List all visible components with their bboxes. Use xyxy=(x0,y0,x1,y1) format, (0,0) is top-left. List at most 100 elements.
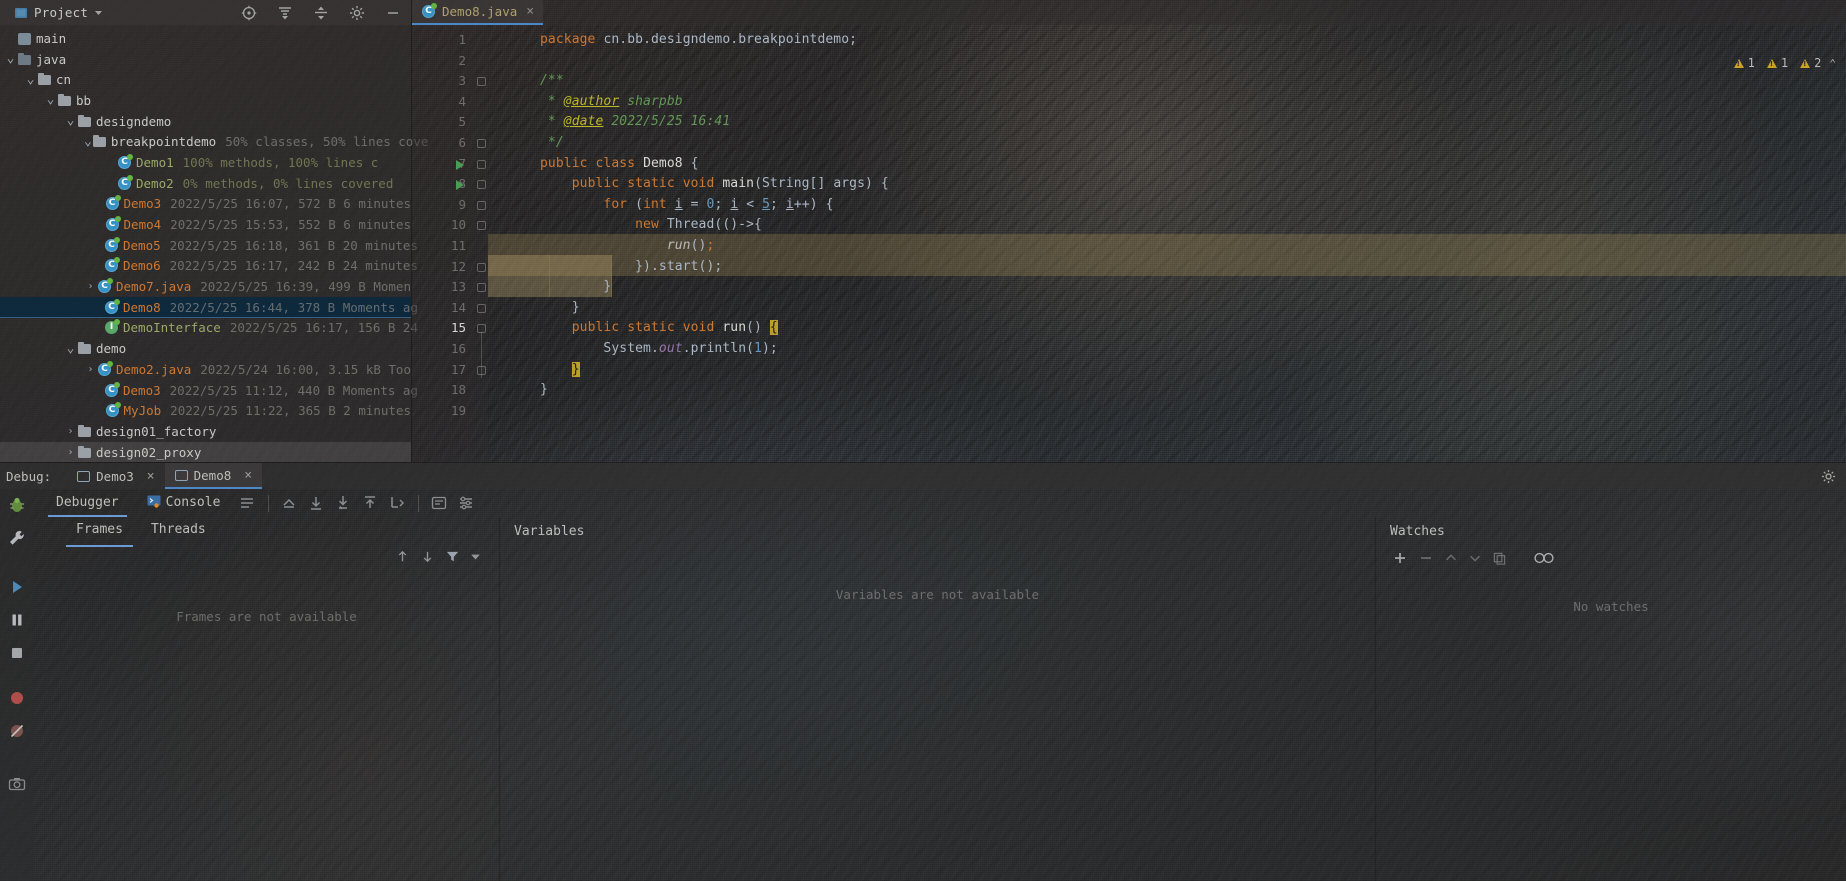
code-line-10[interactable]: new Thread(()->{ xyxy=(540,217,762,232)
bug-icon[interactable] xyxy=(7,495,27,515)
code-line-4[interactable]: * @author sharpbb xyxy=(540,94,683,109)
fold-marker[interactable] xyxy=(477,283,486,293)
view-breakpoints-icon[interactable] xyxy=(7,688,27,708)
inspection-widget[interactable]: 1 1 2 ⌃ xyxy=(1733,56,1836,70)
chevron-down-icon[interactable]: ⌄ xyxy=(24,73,37,86)
tree-row-demo8[interactable]: Demo8 2022/5/25 16:44, 378 B Moments ag xyxy=(0,296,418,318)
fold-marker[interactable] xyxy=(477,139,486,148)
chevron-down-icon[interactable]: ⌄ xyxy=(4,52,17,65)
tree-row-demo1[interactable]: Demo1 100% methods, 100% lines c xyxy=(0,152,411,173)
tree-row-bb[interactable]: ⌄ bb xyxy=(0,90,411,111)
chevron-down-icon[interactable] xyxy=(470,551,481,562)
project-tree[interactable]: main ⌄ java ⌄ cn ⌄ bb ⌄ designdemo ⌄ breakpointdem… xyxy=(0,25,428,463)
copy-icon[interactable] xyxy=(1492,551,1507,566)
settings-gear-icon[interactable] xyxy=(349,5,365,21)
tree-row-design01-factory[interactable]: › design01_factory xyxy=(0,421,411,442)
code-line-18[interactable]: } xyxy=(540,382,548,397)
collapse-all-icon[interactable] xyxy=(313,5,329,21)
mute-breakpoints-icon[interactable] xyxy=(7,721,27,741)
tree-row-demo5[interactable]: Demo5 2022/5/25 16:18, 361 B 20 minutes xyxy=(0,235,418,256)
debug-session-tab-demo8[interactable]: Demo8 × xyxy=(164,463,263,489)
filter-icon[interactable] xyxy=(445,549,460,564)
code-line-8[interactable]: public static void main(String[] args) { xyxy=(540,176,889,191)
code-folding-strip[interactable] xyxy=(474,25,488,462)
tree-row-demointerface[interactable]: DemoInterface 2022/5/25 16:17, 156 B 24 xyxy=(0,318,418,339)
tree-row-demo7-java[interactable]: › Demo7.java 2022/5/25 16:39, 499 B Momen xyxy=(0,276,411,297)
arrow-up-icon[interactable] xyxy=(395,549,410,564)
evaluate-expression-icon[interactable] xyxy=(430,494,449,513)
minus-icon[interactable] xyxy=(1418,550,1434,566)
step-over-icon[interactable] xyxy=(307,494,326,513)
code-scroll-area[interactable]: package cn.bb.designdemo.breakpointdemo;… xyxy=(488,25,1846,462)
fold-marker[interactable] xyxy=(477,303,486,313)
tree-row-design02-proxy[interactable]: › design02_proxy xyxy=(0,441,411,463)
code-line-3[interactable]: /** xyxy=(540,73,564,88)
editor-gutter[interactable]: 1 2 3 4 5 6 7 8 9 10 11 12 13 14 15 16 17 18 19 xyxy=(412,25,474,462)
expand-all-icon[interactable] xyxy=(277,5,293,21)
pause-icon[interactable] xyxy=(7,610,27,630)
code-line-16[interactable]: System.out.println(1); xyxy=(540,341,778,356)
close-icon[interactable]: × xyxy=(244,468,252,483)
run-gutter-icon[interactable] xyxy=(456,159,464,170)
chevron-right-icon[interactable]: › xyxy=(84,281,97,292)
tree-row-cn[interactable]: ⌄ cn xyxy=(0,69,411,90)
fold-marker[interactable] xyxy=(477,200,486,210)
tree-row-java[interactable]: ⌄ java xyxy=(0,49,411,70)
minimize-icon[interactable] xyxy=(385,5,401,21)
chevron-right-icon[interactable]: › xyxy=(84,364,97,375)
debug-tab-debugger[interactable]: Debugger xyxy=(42,489,133,517)
fold-marker[interactable] xyxy=(477,77,486,87)
force-step-into-icon[interactable] xyxy=(361,494,380,513)
tree-row-demo3[interactable]: Demo3 2022/5/25 11:12, 440 B Moments ag xyxy=(0,380,418,401)
code-line-13[interactable]: } xyxy=(540,279,611,294)
tree-row-demo4[interactable]: Demo4 2022/5/25 15:53, 552 B 6 minutes xyxy=(0,214,411,235)
close-icon[interactable]: × xyxy=(147,469,155,484)
chevron-down-icon[interactable]: ⌄ xyxy=(64,114,77,127)
camera-icon[interactable] xyxy=(7,774,27,794)
code-line-12[interactable]: }).start(); xyxy=(540,259,722,274)
tree-row-demo2-java[interactable]: › Demo2.java 2022/5/24 16:00, 3.15 kB Too xyxy=(0,359,411,380)
down-icon[interactable] xyxy=(1468,551,1482,565)
close-icon[interactable]: × xyxy=(526,4,534,19)
code-line-6[interactable]: */ xyxy=(540,135,564,150)
fold-marker[interactable] xyxy=(477,262,486,272)
show-execution-point-icon[interactable] xyxy=(280,494,299,513)
code-line-5[interactable]: * @date 2022/5/25 16:41 xyxy=(540,114,730,129)
run-to-cursor-icon[interactable] xyxy=(388,494,407,513)
tree-row-demo3[interactable]: Demo3 2022/5/25 16:07, 572 B 6 minutes xyxy=(0,194,411,215)
chevron-down-icon[interactable] xyxy=(94,8,103,17)
chevron-down-icon[interactable]: ⌄ xyxy=(84,135,92,148)
chevron-up-icon[interactable]: ⌃ xyxy=(1829,57,1836,70)
fold-marker[interactable] xyxy=(477,221,486,231)
code-line-11[interactable]: run(); xyxy=(540,238,714,253)
frames-tab-frames[interactable]: Frames xyxy=(62,517,137,547)
code-line-14[interactable]: } xyxy=(540,300,580,315)
code-line-15[interactable]: public static void run() { xyxy=(540,320,778,336)
layout-icon[interactable] xyxy=(238,494,257,513)
resume-program-icon[interactable] xyxy=(7,577,27,597)
tree-row-demo6[interactable]: Demo6 2022/5/25 16:17, 242 B 24 minutes xyxy=(0,256,418,277)
chevron-right-icon[interactable]: › xyxy=(64,426,77,437)
settings-icon[interactable] xyxy=(457,494,476,513)
tree-row-myjob[interactable]: MyJob 2022/5/25 11:22, 365 B 2 minutes xyxy=(0,400,411,421)
stop-icon[interactable] xyxy=(7,643,27,663)
up-icon[interactable] xyxy=(1444,551,1458,565)
settings-gear-icon[interactable] xyxy=(1821,469,1836,484)
code-line-17[interactable]: } xyxy=(540,361,580,377)
fold-marker[interactable] xyxy=(477,180,486,190)
inspect-icon[interactable] xyxy=(1533,551,1555,565)
locate-icon[interactable] xyxy=(241,5,257,21)
code-line-7[interactable]: public class Demo8 { xyxy=(540,156,699,171)
step-into-icon[interactable] xyxy=(334,494,353,513)
frames-tab-threads[interactable]: Threads xyxy=(137,517,220,543)
chevron-down-icon[interactable]: ⌄ xyxy=(44,93,57,106)
debug-tab-console[interactable]: Console xyxy=(133,489,235,517)
tree-row-breakpointdemo[interactable]: ⌄ breakpointdemo 50% classes, 50% lines co… xyxy=(0,131,428,152)
code-line-1[interactable]: package cn.bb.designdemo.breakpointdemo; xyxy=(540,32,857,47)
tree-row-main[interactable]: main xyxy=(0,28,411,49)
fold-marker[interactable] xyxy=(477,159,486,169)
wrench-icon[interactable] xyxy=(7,528,27,548)
arrow-down-icon[interactable] xyxy=(420,549,435,564)
code-line-9[interactable]: for (int i = 0; i < 5; i++) { xyxy=(540,197,834,212)
plus-icon[interactable] xyxy=(1392,550,1408,566)
